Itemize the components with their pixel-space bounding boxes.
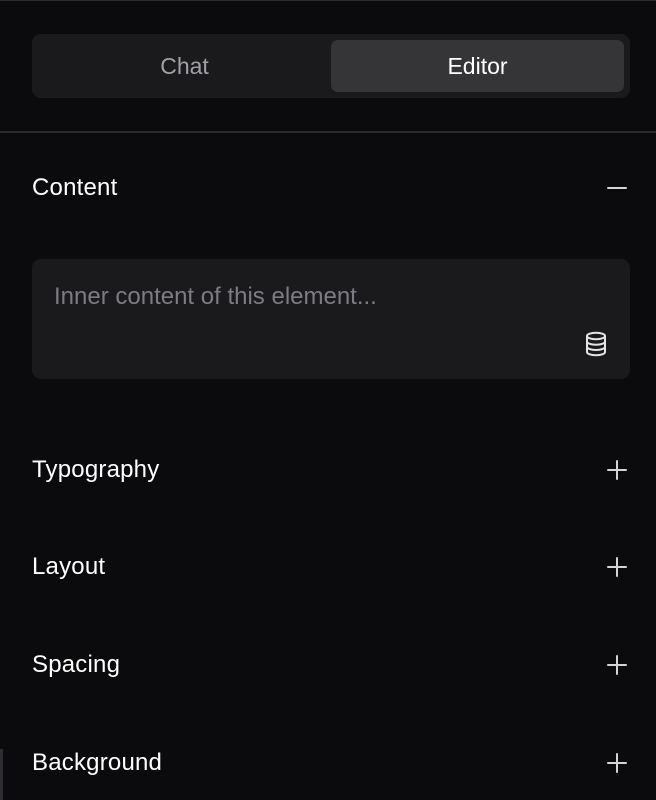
section-spacing-header[interactable]: Spacing: [32, 641, 630, 689]
section-layout-title: Layout: [32, 553, 106, 580]
tab-editor[interactable]: Editor: [331, 40, 624, 92]
content-input[interactable]: [54, 281, 574, 313]
section-layout-header[interactable]: Layout: [32, 543, 630, 591]
minus-icon[interactable]: [606, 177, 628, 199]
section-background-title: Background: [32, 749, 163, 776]
resize-handle[interactable]: [0, 749, 3, 800]
section-content-title: Content: [32, 174, 118, 201]
tab-chat[interactable]: Chat: [38, 40, 331, 92]
section-spacing-title: Spacing: [32, 651, 121, 678]
plus-icon[interactable]: [606, 752, 628, 774]
section-typography-title: Typography: [32, 456, 160, 483]
editor-panel: Chat Editor Content Typography Layout: [0, 0, 656, 800]
content-field-container: [32, 259, 630, 379]
section-content-header[interactable]: Content: [32, 164, 630, 212]
plus-icon[interactable]: [606, 556, 628, 578]
plus-icon[interactable]: [606, 654, 628, 676]
plus-icon[interactable]: [606, 459, 628, 481]
section-background-header[interactable]: Background: [32, 739, 630, 787]
header-divider: [0, 131, 656, 133]
database-icon[interactable]: [584, 331, 608, 357]
section-typography-header[interactable]: Typography: [32, 446, 630, 494]
mode-tabs: Chat Editor: [32, 34, 630, 98]
